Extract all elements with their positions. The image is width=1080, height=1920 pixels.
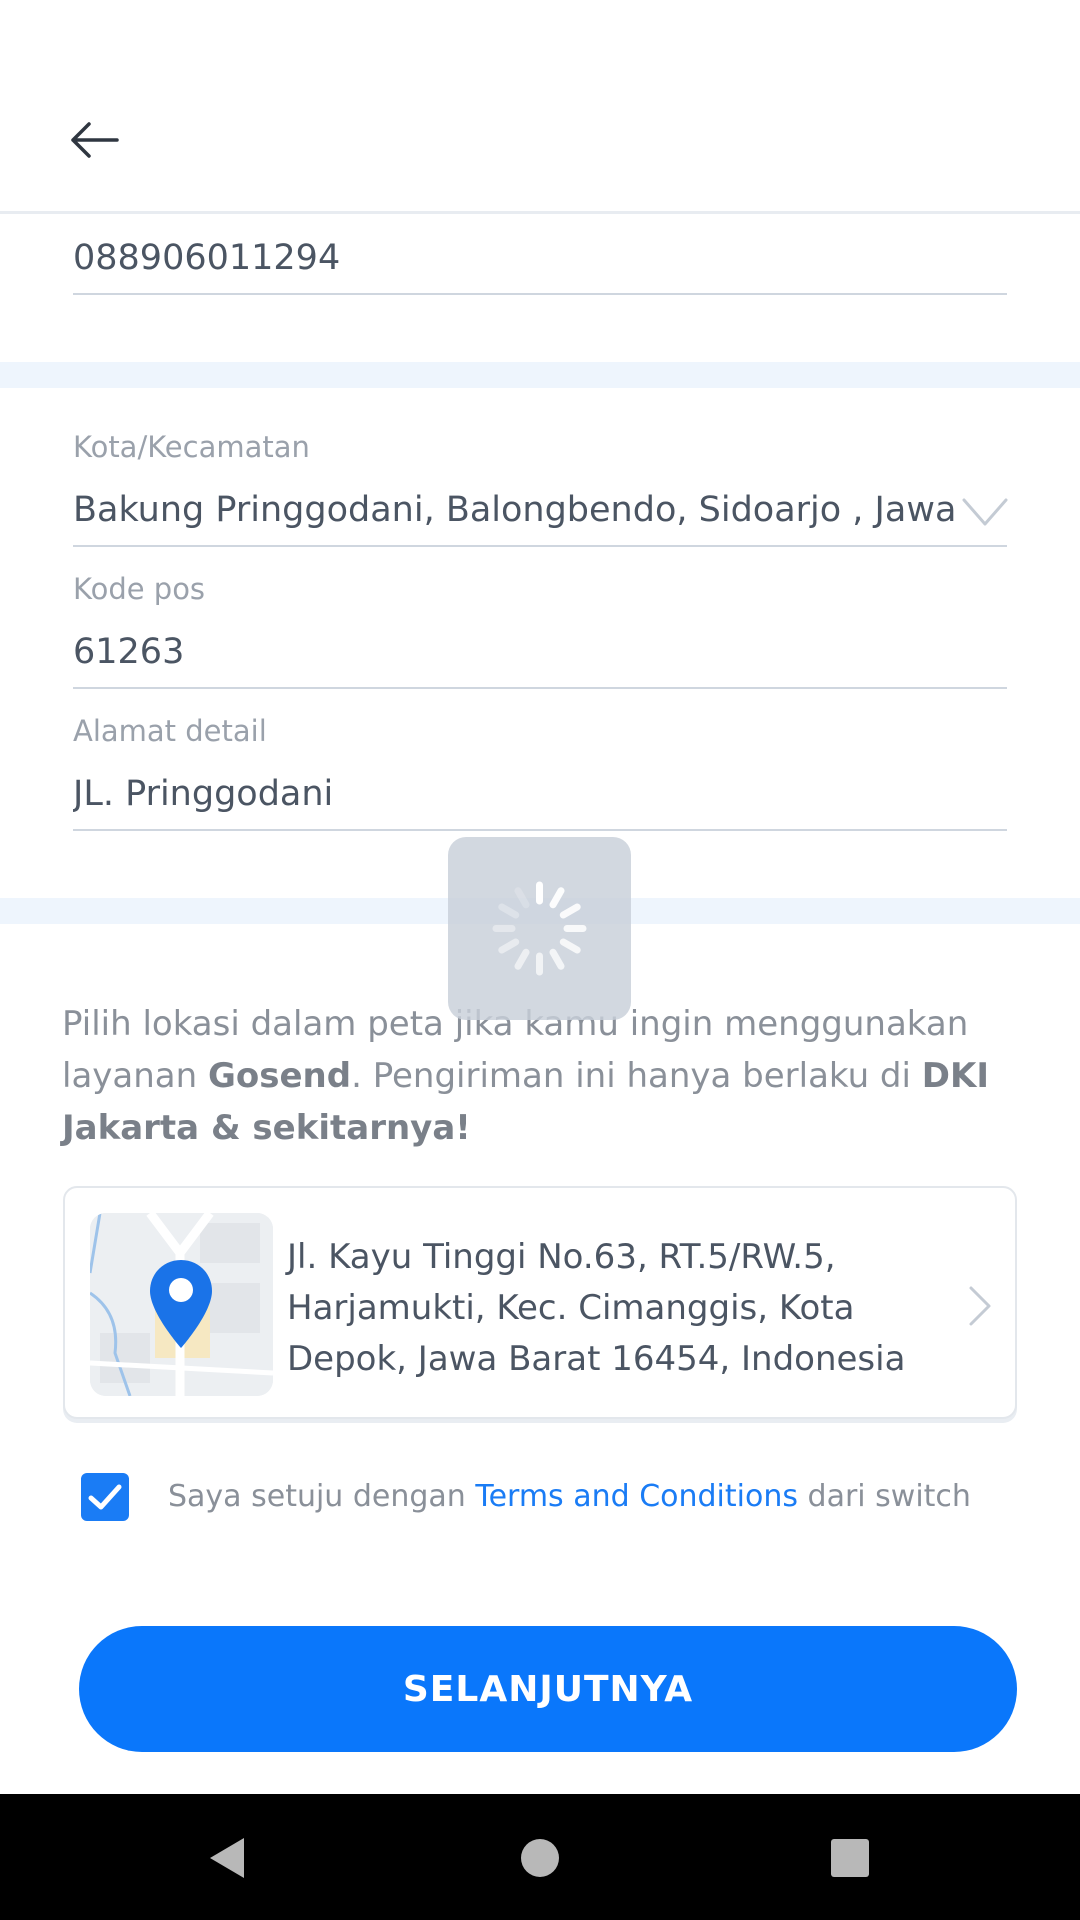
nav-recents-button[interactable] (810, 1818, 890, 1898)
postal-label: Kode pos (73, 572, 206, 606)
loading-overlay (448, 837, 631, 1020)
section-divider (0, 362, 1080, 388)
chevron-right-icon (969, 1286, 991, 1326)
city-label: Kota/Kecamatan (73, 430, 310, 464)
nav-home-button[interactable] (500, 1818, 580, 1898)
check-icon (88, 1484, 122, 1510)
nav-back-icon (210, 1838, 244, 1878)
map-pin-icon (150, 1260, 212, 1348)
nav-back-button[interactable] (186, 1818, 266, 1898)
city-select[interactable]: Bakung Pringgodani, Balongbendo, Sidoarj… (73, 490, 965, 530)
arrow-left-icon (71, 122, 119, 158)
phone-field-underline (73, 293, 1007, 295)
map-location-card[interactable]: Jl. Kayu Tinggi No.63, RT.5/RW.5, Harjam… (63, 1186, 1017, 1419)
gosend-info-bold1: Gosend (207, 1056, 352, 1096)
system-nav-bar (0, 1794, 1080, 1920)
map-thumbnail (90, 1213, 273, 1396)
address-detail-field[interactable]: JL. Pringgodani (73, 774, 333, 814)
postal-underline (73, 687, 1007, 689)
gosend-info-text: Pilih lokasi dalam peta jika kamu ingin … (62, 998, 1022, 1154)
phone-field[interactable]: 088906011294 (73, 238, 340, 278)
nav-home-icon (521, 1839, 559, 1877)
location-address: Jl. Kayu Tinggi No.63, RT.5/RW.5, Harjam… (287, 1237, 906, 1379)
postal-field[interactable]: 61263 (73, 632, 184, 672)
app-bar (0, 0, 1080, 214)
terms-prefix: Saya setuju dengan (168, 1479, 476, 1514)
terms-checkbox[interactable] (81, 1473, 129, 1521)
terms-text: Saya setuju dengan Terms and Conditions … (168, 1479, 971, 1514)
terms-link[interactable]: Terms and Conditions (475, 1479, 798, 1514)
gosend-info-part2: . Pengiriman ini hanya berlaku di (351, 1056, 922, 1096)
chevron-down-icon[interactable] (960, 494, 1010, 530)
address-detail-underline (73, 829, 1007, 831)
terms-suffix: dari switch (798, 1479, 971, 1514)
address-detail-label: Alamat detail (73, 714, 267, 748)
next-button[interactable]: SELANJUTNYA (79, 1626, 1017, 1752)
loading-spinner-icon (492, 881, 587, 976)
back-button[interactable] (62, 108, 126, 172)
nav-recents-icon (831, 1839, 869, 1877)
city-underline (73, 545, 1007, 547)
